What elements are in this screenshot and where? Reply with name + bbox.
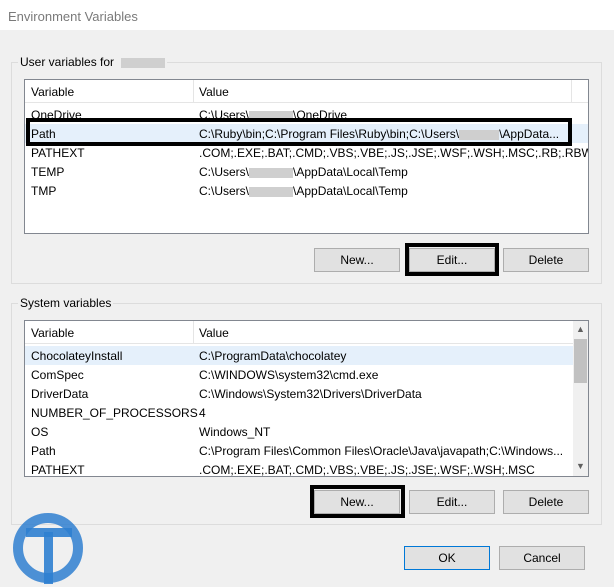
window-title: Environment Variables bbox=[8, 9, 138, 24]
column-header-variable[interactable]: Variable bbox=[31, 85, 74, 99]
variable-value: C:\Ruby\bin;C:\Program Files\Ruby\bin;C:… bbox=[199, 127, 560, 141]
variable-value: C:\ProgramData\chocolatey bbox=[199, 349, 347, 363]
variable-value: C:\Users\ \AppData\Local\Temp bbox=[199, 165, 408, 179]
system-variables-list[interactable]: Variable Value ChocolateyInstall C:\Prog… bbox=[24, 320, 589, 477]
variable-name: Path bbox=[31, 444, 56, 458]
ok-button[interactable]: OK bbox=[404, 546, 490, 570]
variable-value: C:\WINDOWS\system32\cmd.exe bbox=[199, 368, 379, 382]
vertical-scrollbar[interactable]: ▲ ▼ bbox=[573, 321, 588, 476]
list-header: Variable Value bbox=[25, 321, 573, 344]
user-delete-button[interactable]: Delete bbox=[503, 248, 589, 272]
table-row[interactable]: TMP C:\Users\ \AppData\Local\Temp bbox=[25, 181, 588, 200]
variable-name: Path bbox=[31, 127, 56, 141]
table-row[interactable]: Path C:\Program Files\Common Files\Oracl… bbox=[25, 441, 573, 460]
variable-name: TMP bbox=[31, 184, 57, 198]
scrollbar-thumb[interactable] bbox=[574, 339, 587, 383]
table-row[interactable]: ChocolateyInstall C:\ProgramData\chocola… bbox=[25, 346, 573, 365]
variable-value: C:\Windows\System32\Drivers\DriverData bbox=[199, 387, 422, 401]
system-edit-button[interactable]: Edit... bbox=[409, 490, 495, 514]
variable-value: 4 bbox=[199, 406, 206, 420]
redacted-text bbox=[459, 129, 500, 140]
column-header-value[interactable]: Value bbox=[199, 326, 229, 340]
table-row[interactable]: Path C:\Ruby\bin;C:\Program Files\Ruby\b… bbox=[25, 124, 588, 143]
column-header-value[interactable]: Value bbox=[199, 85, 229, 99]
table-row[interactable]: OneDrive C:\Users\ \OneDrive bbox=[25, 105, 588, 124]
table-row[interactable]: NUMBER_OF_PROCESSORS 4 bbox=[25, 403, 573, 422]
user-new-button[interactable]: New... bbox=[314, 248, 400, 272]
variable-name: OneDrive bbox=[31, 108, 82, 122]
table-row[interactable]: OS Windows_NT bbox=[25, 422, 573, 441]
table-row[interactable]: DriverData C:\Windows\System32\Drivers\D… bbox=[25, 384, 573, 403]
variable-name: OS bbox=[31, 425, 49, 439]
user-variables-list[interactable]: Variable Value OneDrive C:\Users\ \OneDri… bbox=[24, 79, 589, 234]
system-variables-label: System variables bbox=[18, 296, 114, 310]
user-edit-button[interactable]: Edit... bbox=[409, 248, 495, 272]
system-new-button[interactable]: New... bbox=[314, 490, 400, 514]
column-header-variable[interactable]: Variable bbox=[31, 326, 74, 340]
down-arrow-icon[interactable]: ▼ bbox=[572, 458, 588, 475]
variable-value: .COM;.EXE;.BAT;.CMD;.VBS;.VBE;.JS;.JSE;.… bbox=[199, 146, 589, 160]
variable-value: C:\Users\ \AppData\Local\Temp bbox=[199, 184, 408, 198]
variable-name: NUMBER_OF_PROCESSORS bbox=[31, 406, 198, 420]
table-row[interactable]: TEMP C:\Users\ \AppData\Local\Temp bbox=[25, 162, 588, 181]
table-row[interactable]: PATHEXT .COM;.EXE;.BAT;.CMD;.VBS;.VBE;.J… bbox=[25, 143, 588, 162]
variable-name: ChocolateyInstall bbox=[31, 349, 123, 363]
redacted-text bbox=[249, 186, 294, 197]
variable-value: .COM;.EXE;.BAT;.CMD;.VBS;.VBE;.JS;.JSE;.… bbox=[199, 463, 535, 477]
redacted-text bbox=[249, 110, 294, 121]
variable-name: DriverData bbox=[31, 387, 89, 401]
user-variables-label: User variables for bbox=[18, 55, 168, 69]
cancel-button[interactable]: Cancel bbox=[499, 546, 585, 570]
logo-icon bbox=[8, 508, 92, 584]
redacted-username bbox=[121, 57, 166, 68]
variable-name: TEMP bbox=[31, 165, 65, 179]
list-header: Variable Value bbox=[25, 80, 588, 103]
variable-name: PATHEXT bbox=[31, 463, 85, 477]
variable-value: C:\Program Files\Common Files\Oracle\Jav… bbox=[199, 444, 564, 458]
user-variables-label-text: User variables for bbox=[20, 55, 115, 69]
title-bar: Environment Variables bbox=[0, 0, 614, 30]
variable-name: ComSpec bbox=[31, 368, 84, 382]
table-row[interactable]: PATHEXT .COM;.EXE;.BAT;.CMD;.VBS;.VBE;.J… bbox=[25, 460, 573, 477]
variable-value: C:\Users\ \OneDrive bbox=[199, 108, 348, 122]
variable-name: PATHEXT bbox=[31, 146, 85, 160]
column-divider[interactable] bbox=[571, 80, 572, 102]
up-arrow-icon[interactable]: ▲ bbox=[572, 321, 588, 338]
system-delete-button[interactable]: Delete bbox=[503, 490, 589, 514]
variable-value: Windows_NT bbox=[199, 425, 271, 439]
column-divider[interactable] bbox=[193, 80, 194, 102]
column-divider[interactable] bbox=[193, 321, 194, 343]
table-row[interactable]: ComSpec C:\WINDOWS\system32\cmd.exe bbox=[25, 365, 573, 384]
redacted-text bbox=[249, 167, 294, 178]
